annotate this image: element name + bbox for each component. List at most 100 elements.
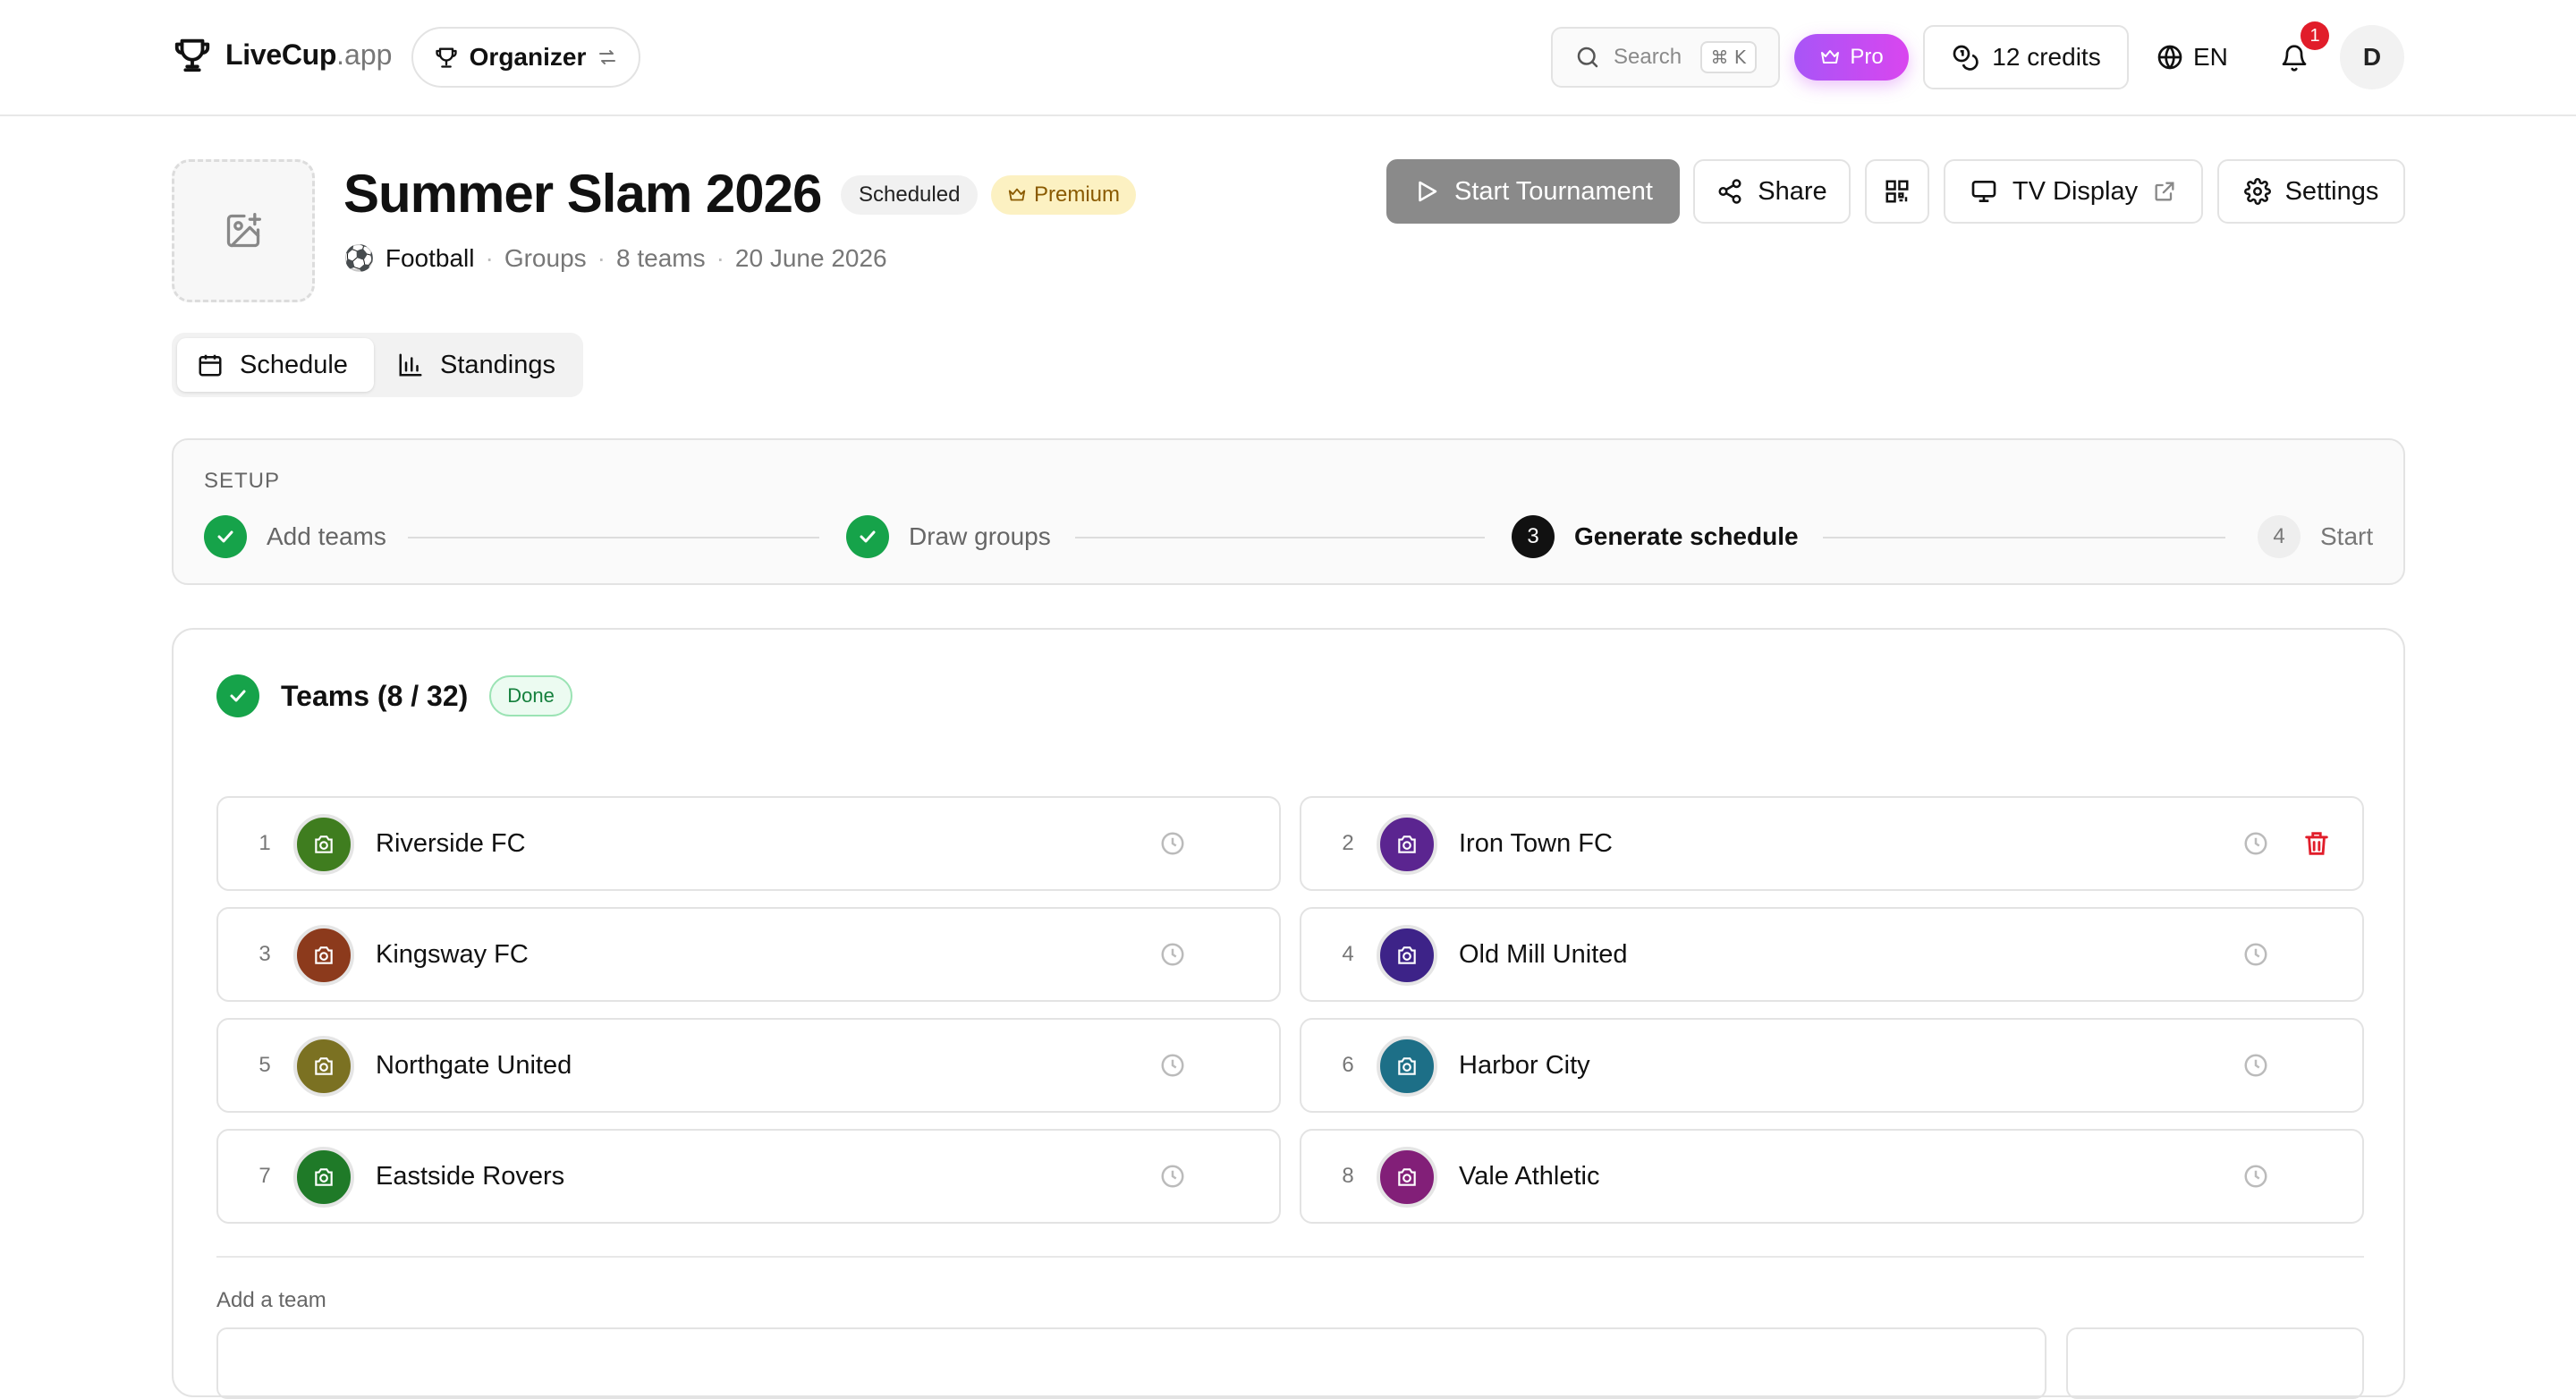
done-badge: Done xyxy=(489,675,572,716)
team-logo-camera-icon[interactable] xyxy=(293,814,354,875)
divider xyxy=(216,1256,2364,1258)
team-row[interactable]: 2 Iron Town FC xyxy=(1300,796,2364,891)
team-number: 7 xyxy=(258,1164,271,1188)
step-number: 3 xyxy=(1512,515,1555,558)
step-label: Add teams xyxy=(267,522,386,550)
bar-chart-icon xyxy=(397,352,424,378)
switch-arrows-icon xyxy=(597,47,618,68)
step-generate-schedule[interactable]: 3 Generate schedule xyxy=(1512,515,1799,558)
team-number: 8 xyxy=(1342,1164,1354,1188)
clock-icon[interactable] xyxy=(2242,941,2269,968)
tab-standings[interactable]: Standings xyxy=(377,338,575,392)
team-logo-camera-icon[interactable] xyxy=(1377,814,1437,875)
check-icon xyxy=(216,674,259,717)
team-row[interactable]: 4 Old Mill United xyxy=(1300,907,2364,1002)
teams-count-label: 8 teams xyxy=(615,243,706,272)
teams-header: Teams (8 / 32) Done xyxy=(216,674,572,717)
team-number: 1 xyxy=(258,831,271,855)
tournament-logo-upload[interactable] xyxy=(172,159,315,302)
teams-title: Teams (8 / 32) xyxy=(281,679,469,712)
globe-icon xyxy=(2156,43,2184,72)
brand-tld: .app xyxy=(336,38,393,71)
soccer-ball-icon: ⚽ xyxy=(343,244,375,272)
tournament-title: Summer Slam 2026 xyxy=(343,164,822,224)
premium-label: Premium xyxy=(1034,182,1121,207)
clock-icon[interactable] xyxy=(2242,1163,2269,1190)
step-add-teams[interactable]: Add teams xyxy=(204,515,386,558)
step-label: Start xyxy=(2320,522,2374,550)
external-link-icon xyxy=(2152,179,2177,204)
clock-icon[interactable] xyxy=(1159,830,1186,857)
clock-icon[interactable] xyxy=(1159,1052,1186,1079)
top-nav: LiveCup.app Organizer Search ⌘ K Pro 12 … xyxy=(0,0,2576,116)
user-avatar[interactable]: D xyxy=(2340,25,2404,89)
settings-button[interactable]: Settings xyxy=(2217,159,2405,224)
team-logo-camera-icon[interactable] xyxy=(1377,1147,1437,1208)
clock-icon[interactable] xyxy=(2242,1052,2269,1079)
share-button[interactable]: Share xyxy=(1693,159,1851,224)
team-logo-camera-icon[interactable] xyxy=(1377,925,1437,986)
clock-icon[interactable] xyxy=(2242,830,2269,857)
team-name: Northgate United xyxy=(376,1050,572,1080)
team-number: 2 xyxy=(1342,831,1354,855)
team-row[interactable]: 6 Harbor City xyxy=(1300,1018,2364,1113)
start-tournament-button[interactable]: Start Tournament xyxy=(1386,159,1680,224)
step-start[interactable]: 4 Start xyxy=(2258,515,2373,558)
trophy-icon xyxy=(434,45,459,70)
team-number: 5 xyxy=(258,1053,271,1077)
sport-label: Football xyxy=(385,243,475,272)
add-team-input[interactable] xyxy=(216,1327,2046,1399)
status-badge: Scheduled xyxy=(841,175,979,215)
team-name: Kingsway FC xyxy=(376,939,529,969)
team-number: 6 xyxy=(1342,1053,1354,1077)
credits-button[interactable]: 12 credits xyxy=(1923,25,2129,89)
settings-label: Settings xyxy=(2284,176,2379,206)
bell-icon xyxy=(2280,44,2309,72)
team-row[interactable]: 5 Northgate United xyxy=(216,1018,1281,1113)
clock-icon[interactable] xyxy=(1159,941,1186,968)
qr-code-button[interactable] xyxy=(1865,159,1929,224)
team-number: 4 xyxy=(1342,942,1354,966)
role-switcher[interactable]: Organizer xyxy=(411,27,640,88)
step-connector xyxy=(1823,537,2225,538)
tab-schedule[interactable]: Schedule xyxy=(177,338,374,392)
search-input[interactable]: Search ⌘ K xyxy=(1551,27,1780,88)
team-name: Iron Town FC xyxy=(1459,828,1613,858)
tv-display-button[interactable]: TV Display xyxy=(1944,159,2203,224)
start-tournament-label: Start Tournament xyxy=(1454,176,1653,206)
team-name: Harbor City xyxy=(1459,1050,1590,1080)
team-name: Old Mill United xyxy=(1459,939,1628,969)
add-team-button[interactable] xyxy=(2066,1327,2364,1399)
step-label: Draw groups xyxy=(909,522,1051,550)
team-number: 3 xyxy=(258,942,271,966)
team-logo-camera-icon[interactable] xyxy=(1377,1036,1437,1097)
teams-card: Teams (8 / 32) Done 1 Riverside FC 2 Iro… xyxy=(172,628,2405,1399)
team-row[interactable]: 1 Riverside FC xyxy=(216,796,1281,891)
notification-count-badge: 1 xyxy=(2301,21,2329,50)
team-logo-camera-icon[interactable] xyxy=(293,925,354,986)
brand[interactable]: LiveCup.app xyxy=(172,34,392,75)
team-logo-camera-icon[interactable] xyxy=(293,1147,354,1208)
pro-button[interactable]: Pro xyxy=(1794,34,1909,81)
step-draw-groups[interactable]: Draw groups xyxy=(846,515,1051,558)
clock-icon[interactable] xyxy=(1159,1163,1186,1190)
tab-schedule-label: Schedule xyxy=(240,350,348,379)
role-label: Organizer xyxy=(469,43,587,71)
team-row[interactable]: 3 Kingsway FC xyxy=(216,907,1281,1002)
team-row[interactable]: 8 Vale Athletic xyxy=(1300,1129,2364,1224)
qr-code-icon xyxy=(1884,178,1911,205)
gear-icon xyxy=(2243,178,2271,205)
share-icon xyxy=(1716,178,1743,205)
team-row[interactable]: 7 Eastside Rovers xyxy=(216,1129,1281,1224)
check-icon xyxy=(846,515,889,558)
date-label: 20 June 2026 xyxy=(734,243,887,272)
premium-badge: Premium xyxy=(991,175,1137,215)
search-placeholder: Search xyxy=(1614,45,1682,69)
trophy-icon xyxy=(172,34,213,75)
search-shortcut: ⌘ K xyxy=(1699,41,1757,73)
language-switcher[interactable]: EN xyxy=(2156,34,2228,81)
trash-icon[interactable] xyxy=(2301,828,2332,859)
team-logo-camera-icon[interactable] xyxy=(293,1036,354,1097)
step-number: 4 xyxy=(2258,515,2301,558)
language-label: EN xyxy=(2193,43,2228,71)
